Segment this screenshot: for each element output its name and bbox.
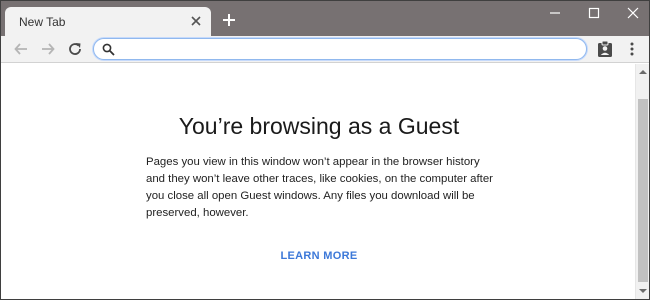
browser-window: New Tab You’re browsing as a Guest Pages…	[0, 0, 650, 300]
tab-strip: New Tab	[1, 1, 649, 36]
back-button[interactable]	[13, 41, 29, 57]
forward-button[interactable]	[40, 41, 56, 57]
scroll-down-arrow-icon[interactable]	[638, 287, 648, 295]
guest-profile-icon[interactable]	[597, 40, 613, 58]
minimize-button[interactable]	[547, 6, 563, 20]
scrollbar-thumb[interactable]	[638, 99, 648, 282]
learn-more-link[interactable]: LEARN MORE	[1, 250, 637, 262]
guest-page-content: You’re browsing as a Guest Pages you vie…	[1, 64, 635, 299]
reload-button[interactable]	[67, 41, 83, 57]
page-title: You’re browsing as a Guest	[178, 113, 460, 139]
guest-description: Pages you view in this window won’t appe…	[146, 156, 493, 219]
close-window-button[interactable]	[625, 6, 641, 20]
maximize-button[interactable]	[586, 6, 602, 20]
address-bar[interactable]	[93, 38, 587, 60]
scroll-up-arrow-icon[interactable]	[638, 68, 648, 76]
toolbar	[1, 36, 649, 63]
address-input[interactable]	[122, 41, 572, 57]
more-vertical-icon[interactable]	[627, 41, 637, 57]
search-icon	[102, 43, 115, 56]
tab-title: New Tab	[19, 15, 66, 29]
vertical-scrollbar[interactable]	[635, 64, 649, 299]
close-icon[interactable]	[189, 14, 203, 28]
new-tab-button[interactable]	[221, 12, 237, 28]
tab-new-tab[interactable]: New Tab	[5, 7, 211, 36]
